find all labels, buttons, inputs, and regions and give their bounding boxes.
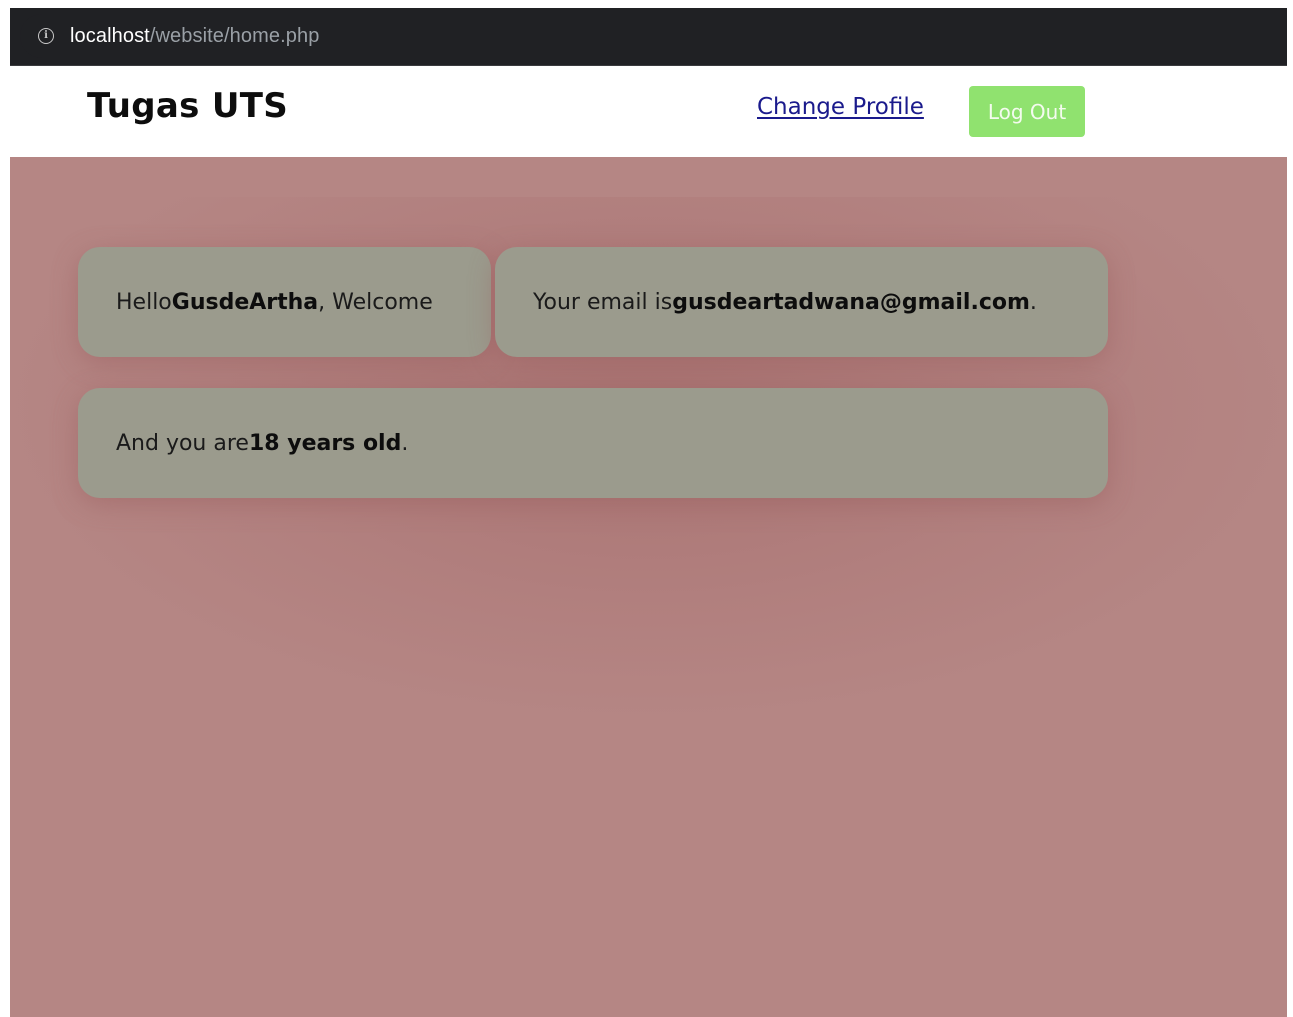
url-text[interactable]: localhost/website/home.php: [70, 25, 319, 48]
change-profile-link[interactable]: Change Profile: [757, 94, 924, 120]
info-circle-icon[interactable]: i: [38, 28, 54, 44]
site-header: Tugas UTS Change Profile Log Out: [10, 66, 1287, 157]
username: GusdeArtha: [171, 289, 319, 315]
welcome-card: Hello GusdeArtha, Welcome: [78, 247, 491, 357]
site-title: Tugas UTS: [87, 86, 289, 126]
main-content: Hello GusdeArtha, Welcome Your email is …: [10, 157, 1287, 1017]
age-card: And you are 18 years old.: [78, 388, 1108, 498]
browser-window: i localhost/website/home.php Tugas UTS C…: [10, 8, 1287, 1017]
age-suffix: .: [401, 430, 409, 456]
email-card: Your email is gusdeartadwana@gmail.com.: [495, 247, 1108, 357]
url-path: /website/home.php: [149, 24, 320, 47]
age-value: 18 years old: [248, 430, 402, 456]
welcome-suffix: , Welcome: [318, 289, 433, 315]
omnibox[interactable]: i localhost/website/home.php: [20, 14, 1287, 58]
age-prefix: And you are: [116, 430, 249, 456]
logout-button[interactable]: Log Out: [969, 86, 1085, 137]
email-suffix: .: [1029, 289, 1037, 315]
email-value: gusdeartadwana@gmail.com: [672, 289, 1030, 315]
url-host: localhost: [70, 24, 150, 47]
welcome-prefix: Hello: [116, 289, 172, 315]
email-prefix: Your email is: [533, 289, 673, 315]
browser-address-bar: i localhost/website/home.php: [10, 8, 1287, 66]
